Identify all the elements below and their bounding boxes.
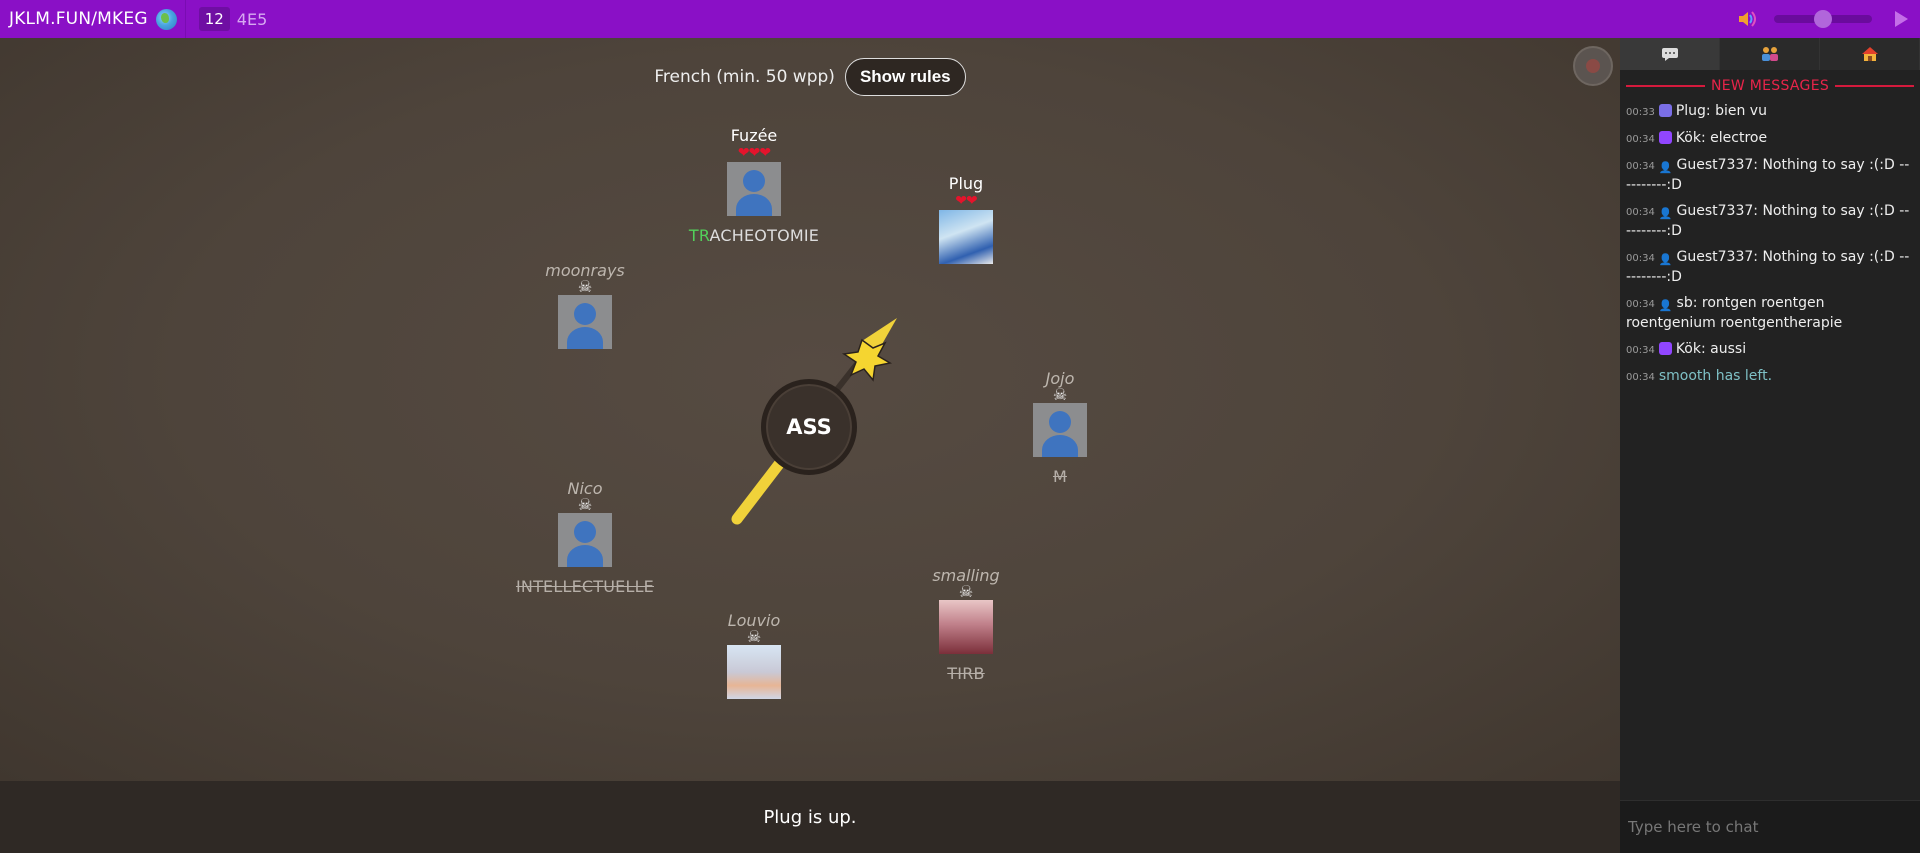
volume-slider[interactable] (1774, 10, 1872, 28)
tab-home[interactable] (1820, 38, 1920, 70)
volume-controls (1736, 0, 1920, 38)
tab-chat[interactable] (1620, 38, 1720, 70)
home-icon (1861, 47, 1878, 61)
message-time: 00:34 (1626, 134, 1655, 145)
player-name: Plug (948, 174, 984, 193)
chat-input[interactable] (1620, 801, 1920, 853)
chat-message: 00:34 Kök: electroe (1626, 130, 1768, 146)
message-text: electroe (1710, 130, 1768, 146)
message-text: aussi (1710, 341, 1747, 357)
player-name: Fuzée (730, 126, 778, 145)
guest-icon: 👤 (1658, 207, 1673, 220)
new-messages-divider: NEW MESSAGES (1626, 78, 1914, 94)
message-text: smooth has left. (1658, 368, 1773, 384)
message-author[interactable]: Plug (1676, 103, 1706, 119)
message-author[interactable]: Kök (1676, 130, 1701, 146)
divider (184, 0, 186, 38)
word-rest: TIRB (947, 664, 985, 683)
room-link[interactable]: JKLM.FUN/MKEG (0, 9, 148, 29)
chat-tabs (1620, 38, 1920, 70)
players-icon (1761, 47, 1778, 61)
bomb: ASS (761, 379, 857, 475)
game-area: French (min. 50 wpp) Show rules ASS Fuzé… (0, 38, 1620, 781)
message-time: 00:34 (1626, 253, 1655, 264)
chat-message: 00:34 👤 sb: rontgen roentgen roentgenium r… (1626, 295, 1843, 331)
player-count-badge: 12 (198, 7, 230, 31)
guest-icon: 👤 (1658, 299, 1673, 312)
skull-icon: ☠ (577, 495, 593, 514)
speaker-icon[interactable] (1736, 8, 1758, 30)
guest-icon: 👤 (1658, 253, 1673, 266)
player-seat: smalling ☠ TIRB (866, 566, 1066, 683)
globe-icon[interactable] (155, 8, 177, 30)
twitch-icon (1658, 342, 1672, 355)
chat-message: 00:34 👤 Guest7337: Nothing to say :(:D ---… (1626, 249, 1910, 285)
message-time: 00:34 (1626, 345, 1655, 356)
message-time: 00:34 (1626, 207, 1655, 218)
avatar (939, 210, 993, 264)
top-bar: JKLM.FUN/MKEG 12 4E5 (0, 0, 1920, 38)
avatar (939, 600, 993, 654)
chat-icon (1661, 48, 1678, 61)
message-text: bien vu (1715, 103, 1767, 119)
skull-icon: ☠ (746, 627, 762, 646)
player-word: M (960, 467, 1160, 486)
chat-message: 00:33 Plug: bien vu (1626, 103, 1767, 119)
avatar (727, 645, 781, 699)
avatar (727, 162, 781, 216)
message-author[interactable]: Guest7337 (1677, 157, 1754, 173)
turn-status: Plug is up. (763, 806, 857, 828)
avatar (558, 513, 612, 567)
message-author[interactable]: Kök (1676, 341, 1701, 357)
player-seat: Jojo ☠ M (960, 369, 1160, 486)
round-code: 4E5 (236, 9, 268, 29)
player-seat: Nico ☠ INTELLECTUELLE (485, 479, 685, 596)
chat-messages: 00:33 Plug: bien vu 00:34 Kök: electroe 00:3… (1626, 102, 1914, 394)
chat-panel: NEW MESSAGES 00:33 Plug: bien vu 00:34 Kök:… (1620, 38, 1920, 853)
status-bar: Plug is up. (0, 781, 1620, 853)
player-seat: Plug ❤❤ (866, 174, 1066, 264)
message-time: 00:34 (1626, 299, 1655, 310)
skull-icon: ☠ (577, 277, 593, 296)
discord-icon (1658, 104, 1672, 117)
avatar (1033, 403, 1087, 457)
message-author[interactable]: Guest7337 (1677, 203, 1754, 219)
word-highlight: TR (688, 226, 710, 245)
player-seat: moonrays ☠ (485, 261, 685, 349)
chat-message: 00:34 smooth has left. (1626, 367, 1914, 387)
volume-slider-thumb[interactable] (1814, 10, 1832, 28)
message-time: 00:34 (1626, 372, 1655, 383)
chat-message: 00:34 Kök: aussi (1626, 341, 1747, 357)
message-author[interactable]: Guest7337 (1677, 249, 1754, 265)
player-word: INTELLECTUELLE (485, 577, 685, 596)
word-rest: M (1052, 467, 1067, 486)
message-time: 00:33 (1626, 107, 1655, 118)
tab-players[interactable] (1720, 38, 1820, 70)
chat-message: 00:34 👤 Guest7337: Nothing to say :(:D ---… (1626, 157, 1910, 193)
skull-icon: ☠ (1052, 385, 1068, 404)
player-seat: Fuzée ❤❤❤ TRACHEOTOMIE (654, 126, 854, 245)
word-rest: INTELLECTUELLE (515, 577, 654, 596)
lives-hearts-icon: ❤❤❤ (737, 145, 771, 161)
chat-message: 00:34 👤 Guest7337: Nothing to say :(:D ---… (1626, 203, 1910, 239)
player-word: TIRB (866, 664, 1066, 683)
twitch-icon (1658, 131, 1672, 144)
avatar (558, 295, 612, 349)
message-time: 00:34 (1626, 161, 1655, 172)
word-rest: ACHEOTOMIE (709, 226, 820, 245)
chat-input-area (1620, 800, 1920, 853)
syllable-prompt: ASS (786, 415, 832, 439)
player-seat: Louvio ☠ (654, 611, 854, 699)
play-icon[interactable] (1895, 11, 1908, 27)
player-word: TRACHEOTOMIE (654, 226, 854, 245)
new-messages-label: NEW MESSAGES (1710, 78, 1830, 94)
message-author[interactable]: sb (1677, 295, 1693, 311)
lives-hearts-icon: ❤❤ (955, 193, 977, 209)
guest-icon: 👤 (1658, 161, 1673, 174)
skull-icon: ☠ (958, 582, 974, 601)
